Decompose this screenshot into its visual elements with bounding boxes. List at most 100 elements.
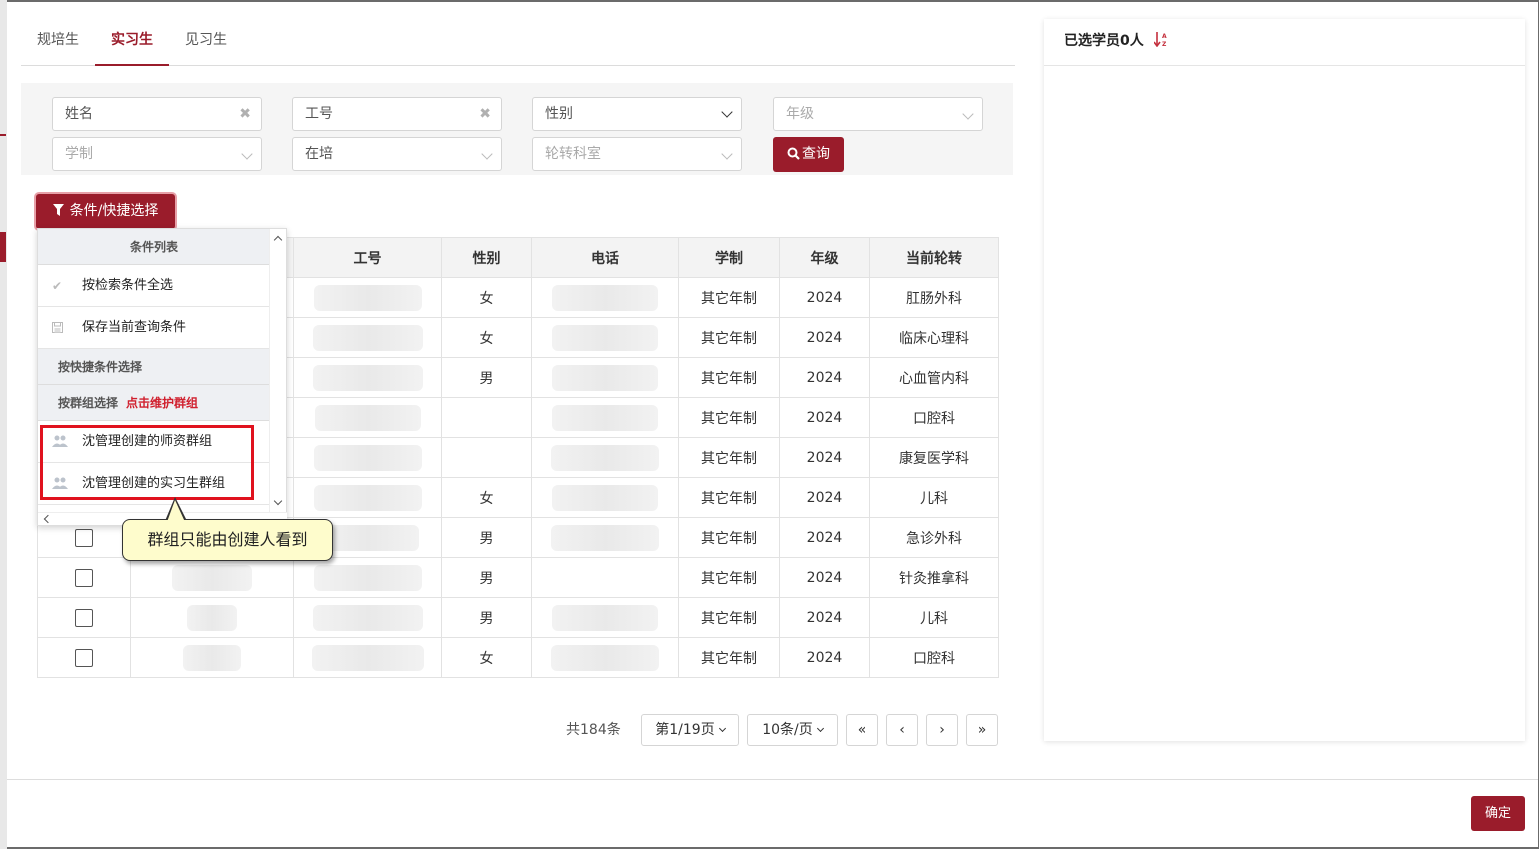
chevron-down-icon — [241, 148, 253, 160]
checkbox[interactable] — [75, 568, 93, 587]
cell-system: 其它年制 — [678, 557, 780, 598]
id-input[interactable]: 工号 ✖ — [292, 97, 502, 131]
maintain-group-link[interactable]: 点击维护群组 — [126, 396, 198, 410]
redacted-phone — [552, 404, 658, 431]
redacted-id — [312, 324, 423, 351]
filter-panel: 姓名 ✖ 工号 ✖ 性别 年级 学制 在培 轮转科室 查询 — [21, 83, 1013, 175]
tab-resident[interactable]: 规培生 — [21, 18, 95, 66]
table-row[interactable]: 男 其它年制 2024 儿科 — [37, 597, 999, 638]
cell-id — [293, 317, 442, 358]
cell-gender: 女 — [441, 317, 532, 358]
cell-dept: 急诊外科 — [869, 517, 999, 558]
student-type-tabs: 规培生 实习生 见习生 — [21, 18, 1015, 66]
cell-dept: 口腔科 — [869, 397, 999, 438]
col-gender: 性别 — [441, 237, 532, 278]
checkbox[interactable] — [75, 648, 93, 667]
clear-icon[interactable]: ✖ — [239, 98, 251, 130]
cell-system: 其它年制 — [678, 517, 780, 558]
tab-intern[interactable]: 实习生 — [95, 18, 169, 66]
chevron-down-icon — [481, 148, 493, 160]
sort-az-icon[interactable]: AZ — [1152, 23, 1168, 67]
selected-students-panel: 已选学员0人 AZ — [1044, 19, 1525, 741]
clear-icon[interactable]: ✖ — [479, 98, 491, 130]
last-page-button[interactable]: » — [966, 714, 998, 746]
query-button[interactable]: 查询 — [773, 137, 844, 172]
cell-system: 其它年制 — [678, 397, 780, 438]
search-icon — [787, 147, 800, 160]
select-all-by-search-item[interactable]: ✔ 按检索条件全选 — [38, 265, 270, 307]
system-select[interactable]: 学制 — [52, 137, 262, 171]
table-row[interactable]: 男 其它年制 2024 针灸推拿科 — [37, 557, 999, 598]
cell-id — [293, 477, 442, 518]
select-students-modal: 规培生 实习生 见习生 姓名 ✖ 工号 ✖ 性别 年级 学制 在培 轮转科室 查… — [7, 2, 1538, 847]
page-size-select[interactable]: 10条/页 — [747, 714, 838, 746]
cell-grade: 2024 — [779, 637, 870, 678]
dept-select[interactable]: 轮转科室 — [532, 137, 742, 171]
cell-id — [293, 277, 442, 318]
cell-system: 其它年制 — [678, 597, 780, 638]
cell-system: 其它年制 — [678, 317, 780, 358]
scroll-up-icon[interactable] — [273, 235, 283, 245]
status-select[interactable]: 在培 — [292, 137, 502, 171]
table-row[interactable]: 女 其它年制 2024 口腔科 — [37, 637, 999, 678]
cell-gender: 女 — [441, 477, 532, 518]
gender-value: 性别 — [545, 106, 573, 122]
cell-phone — [531, 277, 679, 318]
save-icon — [52, 307, 63, 349]
redacted-id — [313, 444, 422, 471]
cell-system: 其它年制 — [678, 437, 780, 478]
vertical-scrollbar[interactable] — [269, 229, 286, 514]
grade-select[interactable]: 年级 — [773, 97, 983, 131]
redacted-id — [312, 604, 423, 631]
cell-dept: 心血管内科 — [869, 357, 999, 398]
name-placeholder: 姓名 — [65, 106, 93, 122]
redacted-id — [314, 404, 421, 431]
checkbox[interactable] — [75, 528, 93, 547]
cell-id — [293, 397, 442, 438]
scroll-down-icon[interactable] — [273, 496, 283, 506]
scroll-left-icon[interactable] — [43, 514, 53, 524]
cell-grade: 2024 — [779, 317, 870, 358]
system-placeholder: 学制 — [65, 146, 93, 162]
cell-grade: 2024 — [779, 557, 870, 598]
dept-placeholder: 轮转科室 — [545, 146, 601, 162]
group-highlight-box — [40, 425, 254, 500]
cell-dept: 口腔科 — [869, 637, 999, 678]
cell-gender — [441, 437, 532, 478]
annotation-callout: 群组只能由创建人看到 — [122, 519, 333, 561]
col-current-dept: 当前轮转 — [869, 237, 999, 278]
cell-gender: 女 — [441, 277, 532, 318]
condition-quick-select-button[interactable]: 条件/快捷选择 — [36, 194, 175, 229]
confirm-button[interactable]: 确定 — [1471, 796, 1525, 831]
first-page-button[interactable]: « — [846, 714, 878, 746]
cell-gender: 男 — [441, 597, 532, 638]
chevron-down-icon — [962, 108, 974, 120]
next-page-button[interactable]: › — [926, 714, 958, 746]
save-query-item[interactable]: 保存当前查询条件 — [38, 307, 270, 349]
redacted-phone — [551, 524, 659, 551]
cell-gender: 男 — [441, 357, 532, 398]
cell-grade: 2024 — [779, 437, 870, 478]
group-select-label: 按群组选择 — [58, 396, 119, 410]
tab-trainee[interactable]: 见习生 — [169, 18, 243, 66]
select-all-label: 按检索条件全选 — [82, 278, 174, 293]
chevron-down-icon — [718, 724, 726, 733]
name-input[interactable]: 姓名 ✖ — [52, 97, 262, 131]
quick-select-section: 按快捷条件选择 — [38, 349, 270, 385]
checkbox[interactable] — [75, 608, 93, 627]
row-checkbox — [37, 637, 131, 678]
cell-id — [293, 637, 442, 678]
cell-grade: 2024 — [779, 597, 870, 638]
gender-select[interactable]: 性别 — [532, 97, 742, 131]
redacted-name — [187, 604, 237, 631]
svg-text:Z: Z — [1162, 41, 1167, 47]
cell-phone — [531, 517, 679, 558]
page-size-value: 10条/页 — [762, 722, 813, 738]
page-select[interactable]: 第1/19页 — [641, 714, 739, 746]
redacted-phone — [551, 444, 659, 471]
chevron-down-icon — [721, 148, 733, 160]
redacted-name — [172, 564, 252, 591]
redacted-phone — [551, 644, 659, 671]
prev-page-button[interactable]: ‹ — [886, 714, 918, 746]
cell-phone — [531, 637, 679, 678]
